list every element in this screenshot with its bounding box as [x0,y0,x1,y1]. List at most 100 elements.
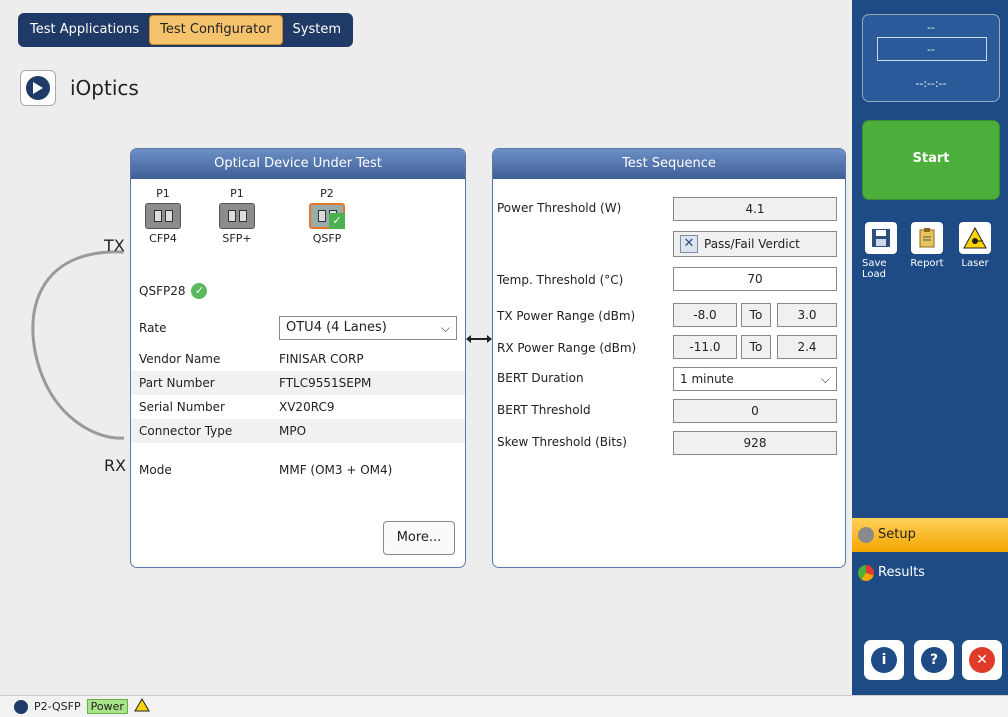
clipboard-icon [911,222,943,254]
port-name-label: CFP4 [149,232,177,245]
tab-test-applications[interactable]: Test Applications [20,15,149,45]
connector-label: Connector Type [139,424,233,438]
skew-threshold-field[interactable]: 928 [673,431,837,455]
control-sidebar: -- -- --:--:-- Start Save Load Report La… [852,0,1008,695]
module-label: QSFP28 [139,284,186,298]
bert-duration-select[interactable]: 1 minute ⌵ [673,367,837,391]
rate-select[interactable]: OTU4 (4 Lanes) ⌵ [279,316,457,340]
port-group-label: P1 [230,187,244,200]
vendor-value: FINISAR CORP [279,352,364,366]
connector-value: MPO [279,424,307,438]
load-label: Load [862,269,886,280]
connector-row: Connector Type MPO [131,419,465,443]
port-selector: P1 CFP4 P1 SFP+ P2 ✓ QSFP [131,187,465,267]
skew-threshold-label: Skew Threshold (Bits) [497,435,627,449]
port-qsfp[interactable]: P2 ✓ QSFP [297,187,357,245]
more-button[interactable]: More... [383,521,455,555]
bert-threshold-field[interactable]: 0 [673,399,837,423]
cfp4-icon [145,203,181,229]
start-button[interactable]: Start [862,120,1000,200]
part-value: FTLC9551SEPM [279,376,372,390]
laser-warning-icon [959,222,991,254]
check-circle-icon: ✓ [191,283,208,299]
rx-power-min-field[interactable]: -11.0 [673,335,737,359]
setup-label: Setup [878,527,916,542]
port-name-label: QSFP [312,232,342,245]
part-row: Part Number FTLC9551SEPM [131,371,465,395]
qsfp-icon: ✓ [309,203,345,229]
test-sequence-title: Test Sequence [493,149,845,179]
to-label: To [741,303,771,327]
rx-power-max-field[interactable]: 2.4 [777,335,837,359]
main-area: Test Applications Test Configurator Syst… [0,0,852,695]
to-label: To [741,335,771,359]
rate-label: Rate [139,321,167,335]
port-name-label: SFP+ [222,232,252,245]
gear-icon [858,527,874,543]
rate-value: OTU4 (4 Lanes) [286,320,387,335]
chevron-down-icon: ⌵ [440,321,450,335]
tx-power-range-label: TX Power Range (dBm) [497,309,636,323]
help-button[interactable]: ? [914,640,954,680]
port-status-icon [14,699,28,714]
verdict-label: Pass/Fail Verdict [704,237,800,251]
laser-status-icon [134,698,150,715]
timer-top: -- [927,21,935,34]
serial-label: Serial Number [139,400,225,414]
rate-row: Rate OTU4 (4 Lanes) ⌵ [131,313,465,343]
tx-power-min-field[interactable]: -8.0 [673,303,737,327]
double-arrow-icon [466,335,492,343]
serial-value: XV20RC9 [279,400,335,414]
bert-threshold-label: BERT Threshold [497,403,591,417]
tab-system[interactable]: System [283,15,351,45]
timer-mid: -- [927,43,935,56]
pass-fail-verdict-toggle[interactable]: ✕ Pass/Fail Verdict [673,231,837,257]
nav-results[interactable]: Results [852,556,1008,590]
chevron-down-icon: ⌵ [820,372,830,386]
port-group-label: P1 [156,187,170,200]
exit-button[interactable]: ✕ [962,640,1002,680]
info-icon: i [871,647,897,673]
laser-button[interactable]: Laser [956,222,994,269]
timer-bottom: --:--:-- [915,77,947,90]
power-threshold-label: Power Threshold (W) [497,201,622,215]
timer-display: -- -- --:--:-- [862,14,1000,102]
bert-duration-value: 1 minute [680,372,734,386]
tx-label: TX [104,236,125,255]
report-button[interactable]: Report [908,222,946,269]
save-label: Save [862,258,887,269]
info-button[interactable]: i [864,640,904,680]
port-status-label: P2-QSFP [34,700,81,713]
port-cfp4[interactable]: P1 CFP4 [133,187,193,245]
laser-label: Laser [961,258,989,269]
port-sfp-plus[interactable]: P1 SFP+ [207,187,267,245]
sfp-icon [219,203,255,229]
fiber-loop [31,250,125,440]
rx-label: RX [104,456,127,475]
check-icon: ✓ [329,213,345,229]
tab-test-configurator[interactable]: Test Configurator [149,15,283,45]
tab-bar: Test Applications Test Configurator Syst… [18,13,354,47]
bert-duration-label: BERT Duration [497,371,584,385]
module-type: QSFP28 ✓ [139,283,208,299]
temp-threshold-label: Temp. Threshold (°C) [497,273,624,287]
tx-power-max-field[interactable]: 3.0 [777,303,837,327]
mode-label: Mode [139,463,172,477]
ioptics-icon [20,70,56,106]
rx-power-range-label: RX Power Range (dBm) [497,341,637,355]
power-threshold-field[interactable]: 4.1 [673,197,837,221]
save-load-button[interactable]: Save Load [862,222,900,280]
pie-chart-icon [858,565,874,581]
help-icon: ? [921,647,947,673]
serial-row: Serial Number XV20RC9 [131,395,465,419]
temp-threshold-field[interactable]: 70 [673,267,837,291]
page-title: iOptics [70,76,139,100]
app-header: iOptics [20,70,139,106]
part-label: Part Number [139,376,215,390]
optical-device-panel: Optical Device Under Test P1 CFP4 P1 SFP… [130,148,466,568]
power-status-badge: Power [86,699,128,714]
mode-value: MMF (OM3 + OM4) [279,463,393,477]
report-label: Report [910,258,944,269]
status-bar: P2-QSFP Power [0,695,1008,717]
nav-setup[interactable]: Setup [852,518,1008,552]
